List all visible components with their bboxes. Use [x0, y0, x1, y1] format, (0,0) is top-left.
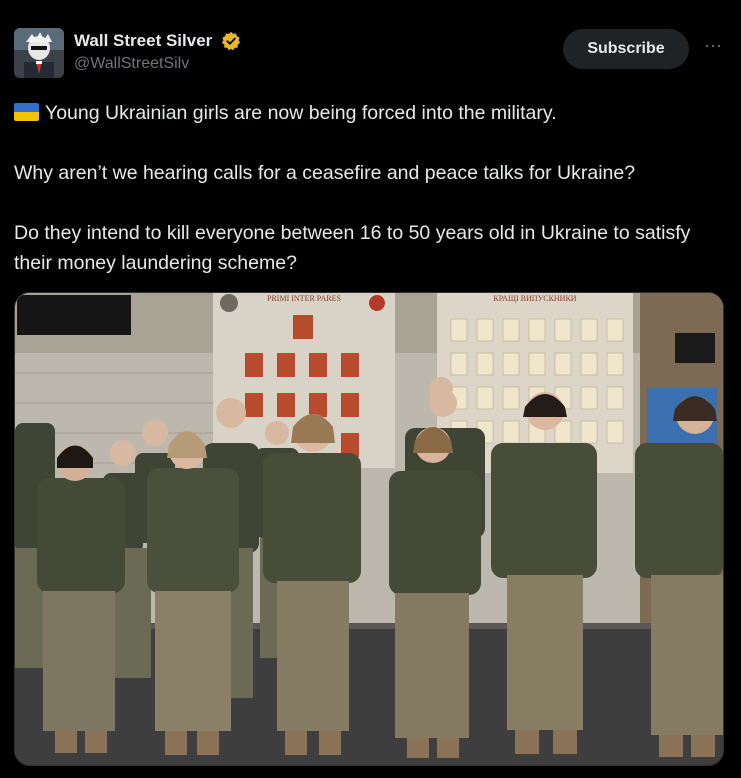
photo-soldiers-icon: PRIMI INTER PARES КРАЩІ ВИПУСКНИКИ	[15, 293, 723, 765]
author-block[interactable]: Wall Street Silver @WallStreetSilv	[74, 31, 241, 73]
author-handle[interactable]: @WallStreetSilv	[74, 55, 241, 73]
sign-left: PRIMI INTER PARES	[267, 294, 341, 303]
more-options-icon[interactable]: ···	[699, 36, 727, 60]
sign-right: КРАЩІ ВИПУСКНИКИ	[493, 294, 576, 303]
author-display-name[interactable]: Wall Street Silver	[74, 31, 212, 51]
post-header: Wall Street Silver @WallStreetSilv Subsc…	[14, 28, 727, 80]
avatar[interactable]	[14, 28, 64, 78]
avatar-icon	[14, 28, 64, 78]
subscribe-button[interactable]: Subscribe	[563, 29, 689, 69]
post-photo[interactable]: PRIMI INTER PARES КРАЩІ ВИПУСКНИКИ	[14, 292, 724, 766]
ukraine-flag-icon	[14, 103, 39, 121]
post-line-1-text: Young Ukrainian girls are now being forc…	[45, 102, 557, 124]
post-line-3: Do they intend to kill everyone between …	[14, 222, 696, 274]
post-text: Young Ukrainian girls are now being forc…	[14, 98, 726, 278]
post-line-2: Why aren’t we hearing calls for a ceasef…	[14, 162, 636, 184]
post-line-1: Young Ukrainian girls are now being forc…	[14, 98, 726, 128]
verified-badge-icon	[221, 31, 241, 51]
